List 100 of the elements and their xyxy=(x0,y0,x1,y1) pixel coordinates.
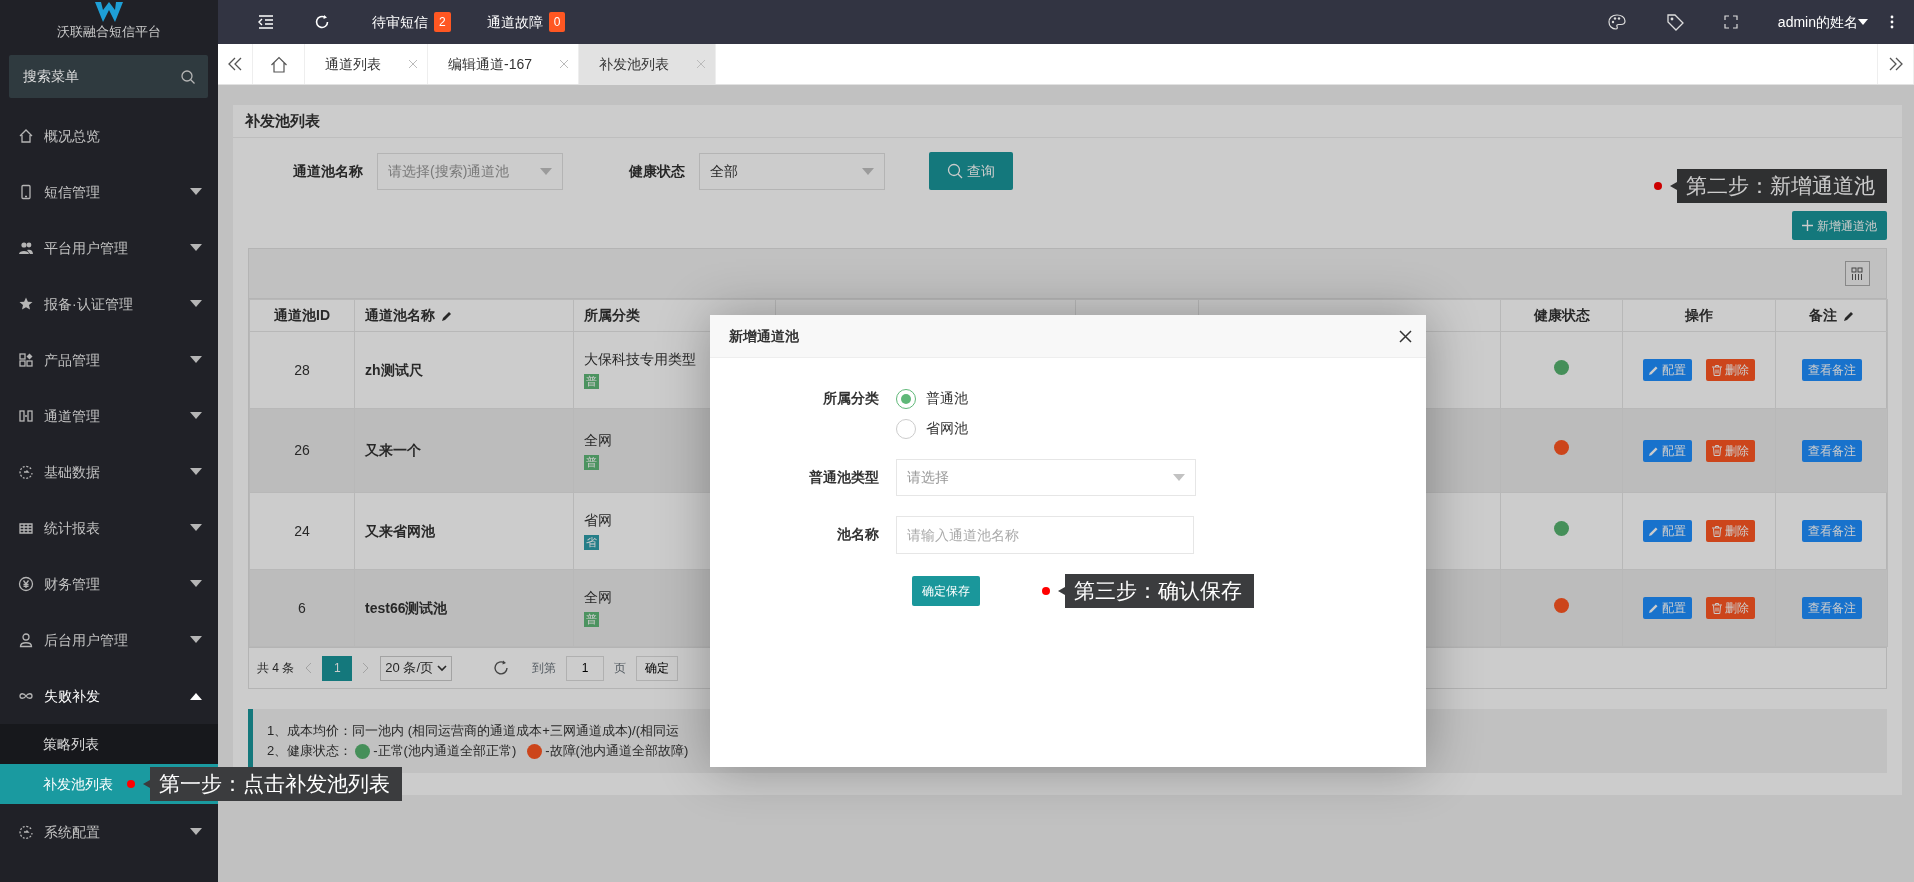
trash-icon xyxy=(1712,525,1722,537)
cycle-icon xyxy=(18,824,34,840)
plus-icon xyxy=(1802,220,1813,231)
menu-item[interactable]: 系统配置 xyxy=(44,821,180,843)
pool-type-tag: 普 xyxy=(584,454,599,470)
search-icon xyxy=(180,68,196,85)
caret-icon xyxy=(540,167,552,175)
radio-label[interactable]: 省网池 xyxy=(926,418,968,439)
page-unit-label: 页 xyxy=(614,660,627,677)
page-title: 补发池列表 xyxy=(245,110,320,131)
caret-icon xyxy=(862,167,874,175)
field-label: 普通池类型 xyxy=(808,468,880,487)
column-header: 通道池ID xyxy=(274,307,330,323)
grid-icon xyxy=(18,352,34,368)
search-icon xyxy=(947,163,963,179)
column-filter-button[interactable] xyxy=(1845,261,1870,286)
pencil-icon xyxy=(1649,603,1659,613)
chevron-down-icon xyxy=(437,664,448,672)
table-cell: 全网 xyxy=(584,589,612,605)
save-button[interactable]: 确定保存 xyxy=(912,576,980,606)
table-cell: zh测试尺 xyxy=(354,331,574,409)
table-icon xyxy=(18,520,34,536)
page-size-select[interactable]: 20 条/页 xyxy=(380,655,453,681)
caret-icon xyxy=(1173,474,1185,481)
page-tab[interactable]: 编辑通道-167 xyxy=(448,53,533,75)
user-icon xyxy=(18,632,34,648)
marker-dot xyxy=(127,780,135,788)
pencil-icon xyxy=(1649,445,1659,456)
pencil-icon xyxy=(1649,365,1659,375)
table-cell: 全网 xyxy=(584,431,612,448)
add-pool-button[interactable]: 新增通道池 xyxy=(1792,211,1887,240)
refresh-icon[interactable] xyxy=(314,14,330,30)
alert-link[interactable]: 待审短信 xyxy=(372,11,428,33)
callout: 第二步：新增通道池 xyxy=(1670,169,1887,203)
home-icon[interactable] xyxy=(269,55,288,73)
menu-item[interactable]: 短信管理 xyxy=(44,181,180,203)
page-input[interactable]: 1 xyxy=(566,655,605,681)
trash-icon xyxy=(1712,602,1722,614)
menu-item[interactable]: 财务管理 xyxy=(44,573,180,595)
column-header: 操作 xyxy=(1685,307,1713,323)
trash-icon xyxy=(1712,364,1722,376)
submenu-item[interactable]: 策略列表 xyxy=(43,733,99,755)
columns-icon xyxy=(1851,267,1864,280)
menu-item[interactable]: 失败补发 xyxy=(44,685,180,707)
marker-dot xyxy=(1654,182,1662,190)
close-icon[interactable] xyxy=(1399,329,1412,343)
table-cell: 26 xyxy=(249,408,355,493)
radio-label[interactable]: 普通池 xyxy=(926,388,968,409)
yen-icon xyxy=(18,576,34,592)
menu-icon[interactable] xyxy=(258,15,274,29)
refresh-icon[interactable] xyxy=(492,659,511,677)
modal-title: 新增通道池 xyxy=(729,326,799,346)
note-text: 1、成本均价：同一池内 (相同运营商的通道成本+三网通道成本)/(相同运 xyxy=(267,722,680,740)
tag-icon[interactable] xyxy=(1665,13,1684,31)
column-header: 备注 xyxy=(1808,307,1837,323)
page-tab[interactable]: 通道列表 xyxy=(325,53,381,75)
table-cell: 大保科技专用类型 xyxy=(584,351,696,367)
filter-label: 通道池名称 xyxy=(293,161,363,181)
user-menu[interactable]: admin的姓名 xyxy=(1777,11,1858,33)
menu-item[interactable]: 后台用户管理 xyxy=(44,629,180,651)
search-field[interactable]: 搜索菜单 xyxy=(9,55,208,98)
filter-select[interactable]: 全部 xyxy=(699,152,885,190)
pool-type-tag: 普 xyxy=(584,612,599,627)
menu-item[interactable]: 统计报表 xyxy=(44,517,180,539)
palette-icon[interactable] xyxy=(1607,14,1626,30)
menu-item[interactable]: 基础数据 xyxy=(44,461,180,483)
menu-item[interactable]: 平台用户管理 xyxy=(44,237,180,259)
pencil-icon xyxy=(1649,526,1659,536)
alert-count: 2 xyxy=(434,12,451,32)
more-icon[interactable] xyxy=(1890,15,1894,29)
pool-name-input[interactable]: 请输入通道池名称 xyxy=(896,516,1194,554)
logo-icon xyxy=(94,0,124,24)
users-icon xyxy=(18,240,34,256)
menu-item[interactable]: 通道管理 xyxy=(44,405,180,427)
field-label: 所属分类 xyxy=(822,389,880,408)
home-icon xyxy=(18,128,34,144)
marker-dot xyxy=(1042,587,1050,595)
double-chevron-left-icon[interactable] xyxy=(227,57,243,71)
goto-label: 到第 xyxy=(532,660,557,677)
double-chevron-right-icon[interactable] xyxy=(1887,57,1904,71)
menu-item[interactable]: 概况总览 xyxy=(44,125,202,147)
note-text: 2、健康状态： xyxy=(267,742,353,760)
menu-item[interactable]: 报备·认证管理 xyxy=(44,293,180,315)
phone-icon xyxy=(18,184,34,200)
confirm-button[interactable]: 确定 xyxy=(636,655,679,681)
caret-icon xyxy=(1858,19,1868,25)
search-input[interactable]: 搜索菜单 xyxy=(21,65,180,88)
filter-label: 健康状态 xyxy=(629,161,685,181)
table-cell: 省网 xyxy=(584,512,612,528)
star-icon xyxy=(18,296,34,312)
table-cell: test66测试池 xyxy=(354,569,574,647)
brand-name: 沃联融合短信平台 xyxy=(57,24,161,40)
pool-type-tag: 普 xyxy=(584,374,599,389)
fullscreen-icon[interactable] xyxy=(1723,15,1738,29)
table-cell: 又来一个 xyxy=(354,408,574,493)
trash-icon xyxy=(1712,445,1722,456)
legend-text: -故障(池内通道全部故障) xyxy=(545,742,689,760)
menu-item[interactable]: 产品管理 xyxy=(44,349,180,371)
alert-link[interactable]: 通道故障 xyxy=(486,11,543,33)
total-count: 共 4 条 xyxy=(257,660,295,677)
